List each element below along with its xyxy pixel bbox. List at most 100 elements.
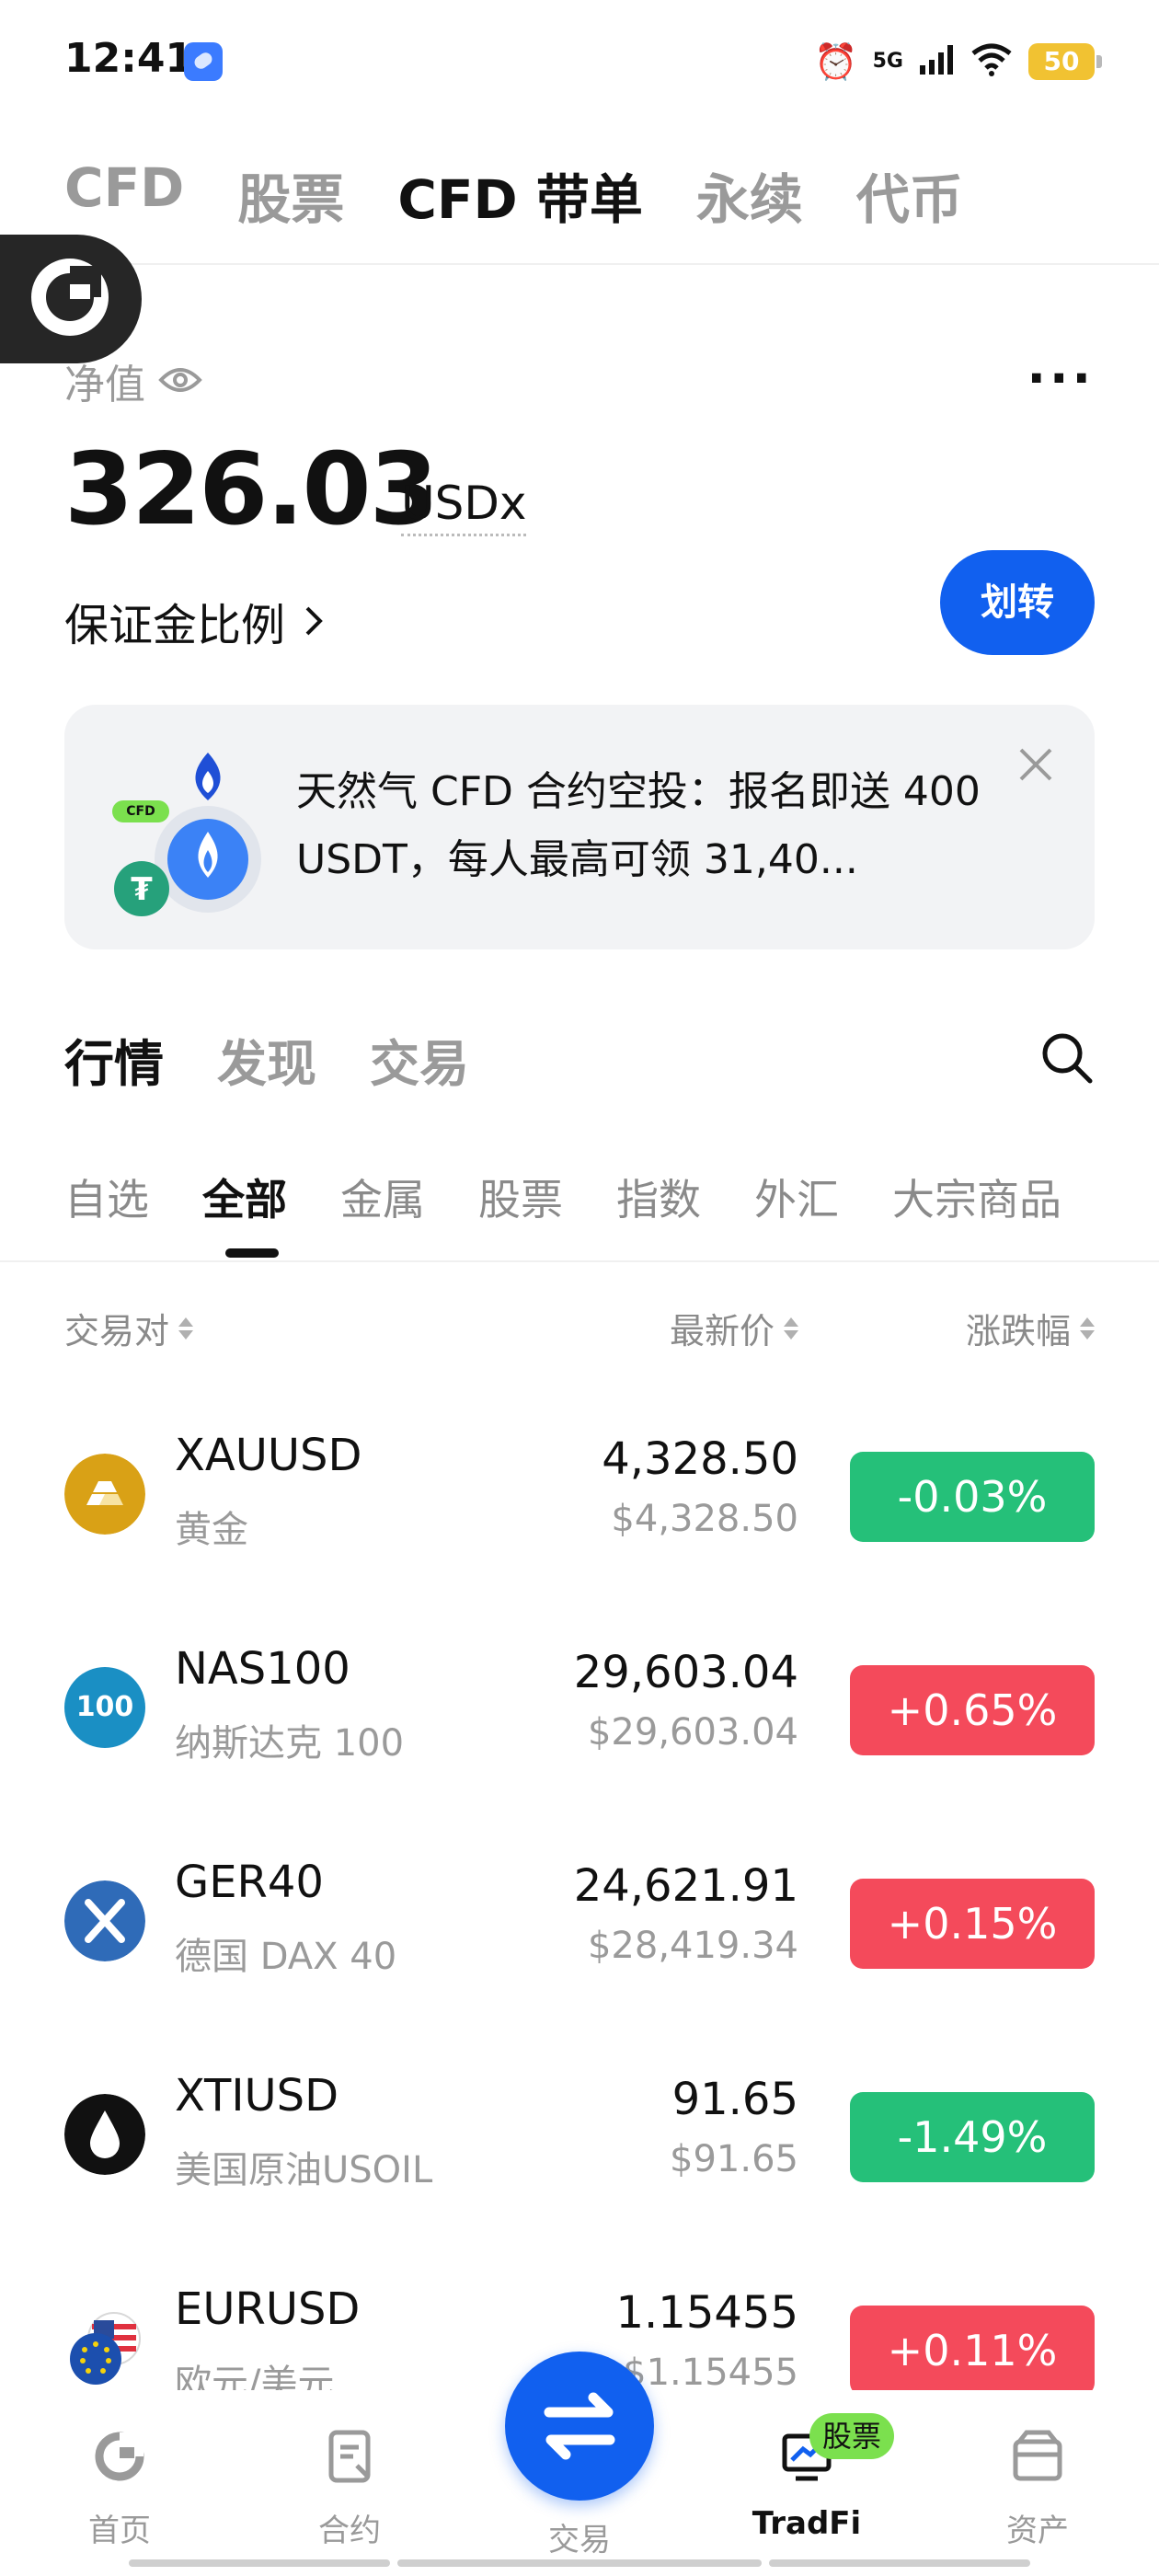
- gas-cfd-illustration: ₮ CFD: [110, 747, 294, 922]
- category-metals[interactable]: 金属: [340, 1167, 425, 1227]
- tab-perpetual[interactable]: 永续: [696, 156, 803, 234]
- market-change-badge[interactable]: +0.15%: [850, 1879, 1095, 1969]
- category-all[interactable]: 全部: [202, 1167, 287, 1227]
- trade-fab-button[interactable]: [505, 2352, 654, 2501]
- tradfi-stocks-badge: 股票: [809, 2413, 895, 2459]
- status-bar: 12:41 ⏰ 5G 50: [0, 0, 1159, 124]
- market-price-usd: $29,603.04: [587, 1711, 798, 1754]
- nav-contracts[interactable]: 合约: [258, 2427, 442, 2550]
- nav-tradfi-label: TradFi: [752, 2505, 862, 2542]
- market-price-usd: $91.65: [670, 2138, 798, 2180]
- transfer-button[interactable]: 划转: [940, 550, 1095, 655]
- contract-document-icon: [328, 2430, 371, 2483]
- change-column-header[interactable]: 涨跌幅: [966, 1303, 1095, 1353]
- market-price-usd: $4,328.50: [611, 1498, 798, 1540]
- chevron-right-icon: [305, 606, 323, 636]
- svg-text:₮: ₮: [131, 871, 153, 908]
- swap-arrows-icon: [544, 2392, 615, 2460]
- category-forex[interactable]: 外汇: [754, 1167, 839, 1227]
- network-type: 5G: [872, 50, 903, 73]
- section-tabs: 行情 发现 交易: [64, 1023, 469, 1096]
- status-time: 12:41: [64, 35, 194, 82]
- market-name: 美国原油USOIL: [175, 2149, 433, 2191]
- oil-drop-icon: [64, 2094, 145, 2175]
- nav-assets[interactable]: 资产: [946, 2427, 1130, 2550]
- tab-discover[interactable]: 发现: [217, 1023, 316, 1096]
- change-column-label: 涨跌幅: [965, 1311, 1071, 1351]
- tab-stocks[interactable]: 股票: [237, 156, 344, 234]
- pair-column-label: 交易对: [64, 1311, 170, 1351]
- market-name: 德国 DAX 40: [175, 1936, 397, 1978]
- logo-icon: [31, 259, 109, 336]
- market-row[interactable]: XAUUSD 黄金 4,328.50 $4,328.50 -0.03%: [0, 1408, 1159, 1621]
- floating-widget[interactable]: [0, 235, 142, 363]
- market-price: 29,603.04: [573, 1647, 798, 1698]
- category-stocks[interactable]: 股票: [478, 1167, 563, 1227]
- home-indicator: [129, 2559, 390, 2567]
- wifi-icon: [970, 42, 1014, 81]
- category-favorites[interactable]: 自选: [64, 1167, 149, 1227]
- price-column-header[interactable]: 最新价: [670, 1303, 798, 1353]
- banner-close-icon[interactable]: [1017, 742, 1054, 791]
- tab-cfd[interactable]: CFD: [64, 156, 184, 234]
- market-price-usd: $28,419.34: [587, 1925, 798, 1967]
- banner-text: 天然气 CFD 合约空投：报名即送 400 USDT，每人最高可领 31,40.…: [296, 768, 981, 883]
- tab-trade[interactable]: 交易: [370, 1023, 469, 1096]
- home-indicator: [397, 2559, 762, 2567]
- top-tabs: CFD 股票 CFD 带单 永续 代币: [64, 156, 963, 234]
- category-indices[interactable]: 指数: [616, 1167, 701, 1227]
- nasdaq-icon: 100: [64, 1667, 145, 1748]
- nav-home[interactable]: 首页: [28, 2427, 212, 2550]
- alarm-icon: ⏰: [814, 41, 858, 82]
- more-options-icon[interactable]: ···: [1027, 350, 1095, 408]
- equity-unit[interactable]: USDx: [401, 477, 527, 536]
- tab-tokens[interactable]: 代币: [856, 156, 963, 234]
- sort-icon: [782, 1314, 798, 1343]
- market-change-badge[interactable]: -1.49%: [850, 2092, 1095, 2182]
- pair-column-header[interactable]: 交易对: [64, 1303, 194, 1353]
- market-name: 黄金: [175, 1509, 248, 1551]
- market-row[interactable]: GER40 德国 DAX 40 24,621.91 $28,419.34 +0.…: [0, 1834, 1159, 2048]
- search-icon[interactable]: [1039, 1030, 1095, 1089]
- active-category-indicator: [225, 1248, 279, 1258]
- wallet-icon: [1013, 2430, 1062, 2481]
- battery-indicator: 50: [1028, 43, 1102, 80]
- market-symbol: NAS100: [175, 1643, 350, 1695]
- market-row[interactable]: 100 NAS100 纳斯达克 100 29,603.04 $29,603.04…: [0, 1621, 1159, 1834]
- gold-icon: [64, 1454, 145, 1535]
- nav-assets-label: 资产: [1006, 2513, 1069, 2549]
- category-commodities[interactable]: 大宗商品: [892, 1167, 1061, 1227]
- market-symbol: EURUSD: [175, 2283, 361, 2335]
- equity-label: 净值: [64, 351, 202, 410]
- home-icon: [95, 2432, 144, 2481]
- market-symbol: GER40: [175, 1857, 324, 1908]
- market-symbol: XTIUSD: [175, 2070, 339, 2122]
- market-name: 纳斯达克 100: [175, 1722, 405, 1765]
- market-change-badge[interactable]: -0.03%: [850, 1452, 1095, 1542]
- app-notification-icon: [184, 42, 223, 81]
- market-price: 91.65: [671, 2074, 798, 2125]
- home-indicator: [769, 2559, 1030, 2567]
- eur-usd-flags-icon: [70, 2312, 141, 2385]
- signal-icon: [918, 43, 955, 80]
- equity-value: 326.03: [64, 432, 439, 547]
- equity-label-text: 净值: [64, 362, 145, 408]
- sort-icon: [177, 1314, 194, 1343]
- dax-icon: [64, 1880, 145, 1961]
- market-change-badge[interactable]: +0.65%: [850, 1665, 1095, 1755]
- eye-icon[interactable]: [158, 358, 202, 405]
- sort-icon: [1078, 1314, 1095, 1343]
- market-price: 1.15455: [615, 2287, 799, 2339]
- status-indicators: ⏰ 5G 50: [814, 39, 1102, 85]
- margin-ratio-label: 保证金比例: [64, 600, 286, 651]
- cfd-badge: CFD: [126, 804, 155, 819]
- category-divider: [0, 1260, 1159, 1262]
- margin-ratio-link[interactable]: 保证金比例: [64, 589, 324, 653]
- market-row[interactable]: XTIUSD 美国原油USOIL 91.65 $91.65 -1.49%: [0, 2048, 1159, 2261]
- market-change-badge[interactable]: +0.11%: [850, 2306, 1095, 2396]
- promo-banner[interactable]: ₮ CFD 天然气 CFD 合约空投：报名即送 400 USDT，每人最高可领 …: [64, 705, 1095, 949]
- tab-market[interactable]: 行情: [64, 1023, 164, 1096]
- market-price: 4,328.50: [602, 1433, 798, 1485]
- tab-cfd-copy-trading[interactable]: CFD 带单: [397, 156, 643, 234]
- top-divider: [0, 263, 1159, 265]
